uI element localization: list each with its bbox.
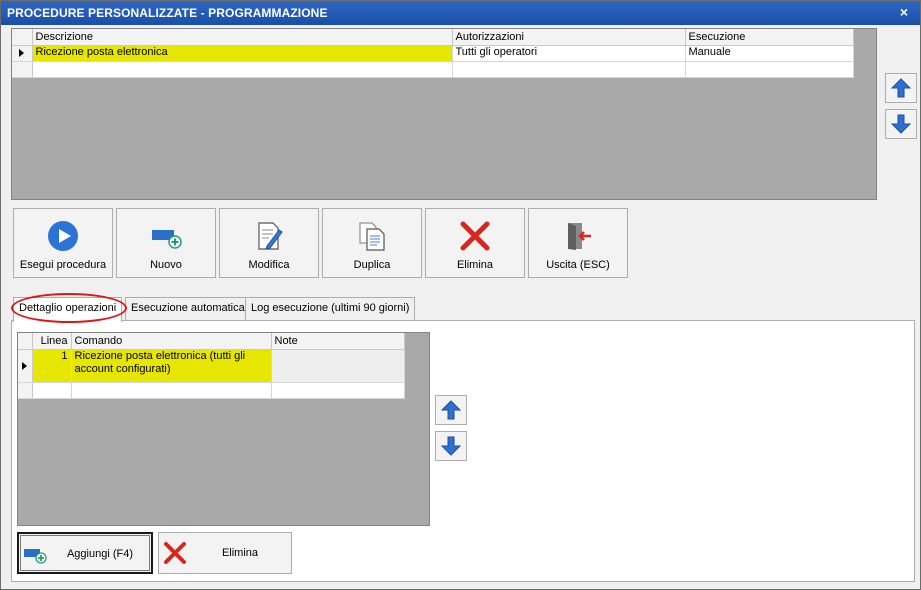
procedures-table: Descrizione Autorizzazioni Esecuzione Ri… xyxy=(12,29,854,78)
operations-table: Linea Comando Note 1 Ricezione posta ele… xyxy=(18,333,405,399)
tab-label: Log esecuzione (ultimi 90 giorni) xyxy=(251,302,410,314)
tab-panel-dettaglio: Linea Comando Note 1 Ricezione posta ele… xyxy=(11,320,915,582)
delete-icon xyxy=(460,221,490,251)
current-row-icon xyxy=(22,361,28,370)
tab-log-esecuzione[interactable]: Log esecuzione (ultimi 90 giorni) xyxy=(245,297,416,321)
row-selector[interactable] xyxy=(18,382,33,399)
cell-empty[interactable] xyxy=(71,382,272,399)
highlight-ellipse xyxy=(11,293,127,323)
add-button-label: Aggiungi (F4) xyxy=(66,548,134,560)
close-icon[interactable]: × xyxy=(896,4,912,20)
add-icon xyxy=(24,549,47,564)
table-row[interactable]: Ricezione posta elettronica Tutti gli op… xyxy=(12,45,854,62)
arrow-up-icon xyxy=(440,400,462,420)
exit-button[interactable]: Uscita (ESC) xyxy=(528,208,628,278)
table-row-new[interactable] xyxy=(18,382,405,399)
arrow-up-icon xyxy=(890,78,912,98)
procedures-header-row: Descrizione Autorizzazioni Esecuzione xyxy=(12,29,854,46)
row-header-corner xyxy=(18,333,33,350)
column-header-linea[interactable]: Linea xyxy=(32,333,72,350)
arrow-down-icon xyxy=(890,114,912,134)
delete-label: Elimina xyxy=(456,259,494,271)
row-selector[interactable] xyxy=(12,45,33,62)
row-selector[interactable] xyxy=(18,349,33,383)
cell-empty[interactable] xyxy=(32,61,453,78)
cell-comando[interactable]: Ricezione posta elettronica (tutti gli a… xyxy=(71,349,272,383)
cell-autorizzazioni[interactable]: Tutti gli operatori xyxy=(452,45,686,62)
edit-label: Modifica xyxy=(248,259,290,271)
cell-descrizione[interactable]: Ricezione posta elettronica xyxy=(32,45,453,62)
edit-icon xyxy=(258,222,283,250)
cell-empty[interactable] xyxy=(452,61,686,78)
delete-operation-label: Elimina xyxy=(221,547,259,559)
window-title: PROCEDURE PERSONALIZZATE - PROGRAMMAZION… xyxy=(7,6,328,20)
cell-linea[interactable]: 1 xyxy=(32,349,72,383)
add-button[interactable]: Aggiungi (F4) xyxy=(17,532,153,574)
table-row[interactable]: 1 Ricezione posta elettronica (tutti gli… xyxy=(18,349,405,383)
exit-icon xyxy=(568,223,591,250)
current-row-icon xyxy=(19,48,25,57)
row-selector[interactable] xyxy=(12,61,33,78)
column-header-comando[interactable]: Comando xyxy=(71,333,272,350)
delete-icon xyxy=(164,542,186,564)
table-row-new[interactable] xyxy=(12,61,854,78)
cell-empty[interactable] xyxy=(32,382,72,399)
arrow-down-icon xyxy=(440,436,462,456)
cell-empty[interactable] xyxy=(685,61,854,78)
duplicate-button[interactable]: Duplica xyxy=(322,208,422,278)
procedures-grid: Descrizione Autorizzazioni Esecuzione Ri… xyxy=(11,28,877,200)
delete-operation-button[interactable]: Elimina xyxy=(158,532,292,574)
main-window: PROCEDURE PERSONALIZZATE - PROGRAMMAZION… xyxy=(0,0,921,590)
column-header-autorizzazioni[interactable]: Autorizzazioni xyxy=(452,29,686,46)
move-up-button[interactable] xyxy=(885,73,917,103)
tab-label: Esecuzione automatica xyxy=(131,302,245,314)
new-button[interactable]: Nuovo xyxy=(116,208,216,278)
run-procedure-button[interactable]: Esegui procedura xyxy=(13,208,113,278)
title-bar: PROCEDURE PERSONALIZZATE - PROGRAMMAZION… xyxy=(1,1,920,25)
delete-button[interactable]: Elimina xyxy=(425,208,525,278)
operations-header-row: Linea Comando Note xyxy=(18,333,405,350)
row-header-corner xyxy=(12,29,33,46)
cell-esecuzione[interactable]: Manuale xyxy=(685,45,854,62)
duplicate-icon xyxy=(359,222,385,251)
cell-note[interactable] xyxy=(271,349,405,383)
operation-move-up-button[interactable] xyxy=(435,395,467,425)
operations-grid: Linea Comando Note 1 Ricezione posta ele… xyxy=(17,332,430,526)
new-icon xyxy=(152,230,182,249)
column-header-descrizione[interactable]: Descrizione xyxy=(32,29,453,46)
run-procedure-label: Esegui procedura xyxy=(19,259,107,271)
play-icon xyxy=(48,221,78,251)
exit-label: Uscita (ESC) xyxy=(546,259,610,271)
cell-empty[interactable] xyxy=(271,382,405,399)
edit-button[interactable]: Modifica xyxy=(219,208,319,278)
tab-esecuzione-automatica[interactable]: Esecuzione automatica xyxy=(125,297,251,321)
operation-move-down-button[interactable] xyxy=(435,431,467,461)
move-down-button[interactable] xyxy=(885,109,917,139)
duplicate-label: Duplica xyxy=(353,259,391,271)
column-header-note[interactable]: Note xyxy=(271,333,405,350)
column-header-esecuzione[interactable]: Esecuzione xyxy=(685,29,854,46)
new-label: Nuovo xyxy=(150,259,182,271)
